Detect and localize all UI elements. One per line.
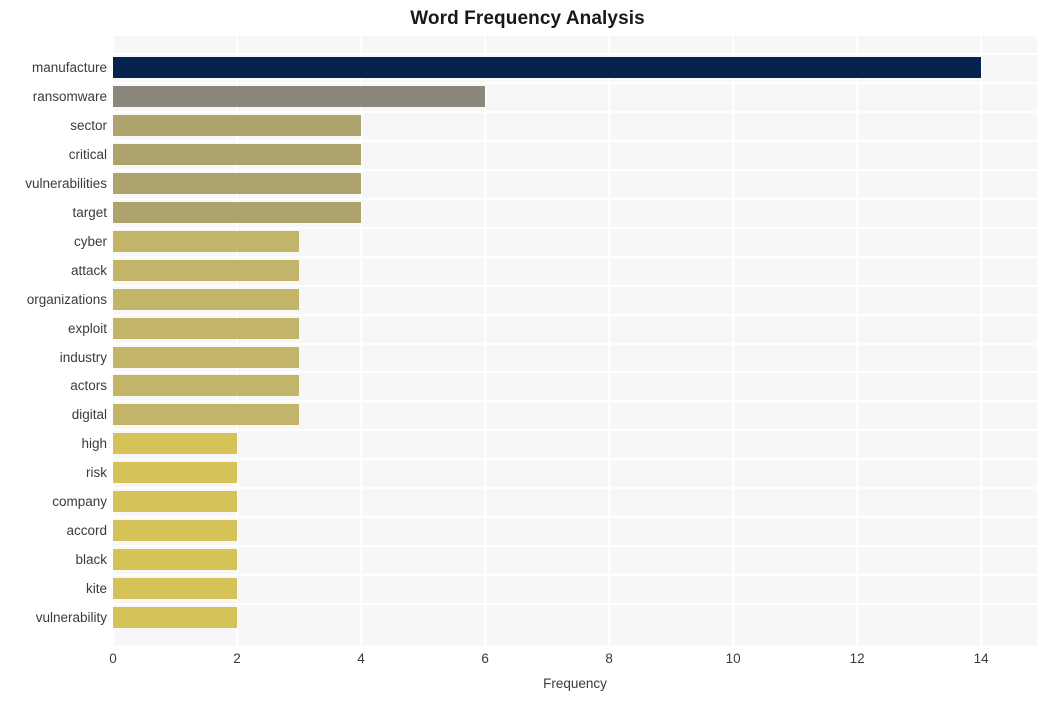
bar-attack[interactable] — [113, 260, 299, 281]
x-axis-title: Frequency — [543, 676, 607, 691]
x-tick-label-0: 0 — [109, 651, 117, 666]
bar-sector[interactable] — [113, 115, 361, 136]
y-tick-label-accord: accord — [66, 523, 107, 538]
bar-company[interactable] — [113, 491, 237, 512]
chart-title: Word Frequency Analysis — [410, 8, 645, 29]
x-tick-label-10: 10 — [725, 651, 741, 666]
bar-kite[interactable] — [113, 578, 237, 599]
word-frequency-chart: Word Frequency Analysis manufacture ranso… — [0, 0, 1055, 701]
x-tick-label-2: 2 — [233, 651, 241, 666]
y-tick-label-actors: actors — [70, 378, 107, 393]
y-tick-label-risk: risk — [86, 465, 107, 480]
y-tick-label-exploit: exploit — [67, 321, 107, 336]
bar-vulnerability[interactable] — [113, 607, 237, 628]
y-tick-label-attack: attack — [70, 263, 107, 278]
x-tick-label-4: 4 — [357, 651, 365, 666]
bar-industry[interactable] — [113, 347, 299, 368]
bars-container — [113, 36, 1037, 646]
bar-actors[interactable] — [113, 375, 299, 396]
y-tick-label-company: company — [52, 494, 107, 509]
bar-organizations[interactable] — [113, 289, 299, 310]
y-tick-label-digital: digital — [71, 407, 107, 422]
bar-digital[interactable] — [113, 404, 299, 425]
x-tick-label-6: 6 — [481, 651, 489, 666]
y-tick-label-high: high — [81, 436, 107, 451]
y-tick-label-target: target — [72, 205, 107, 220]
x-tick-label-8: 8 — [605, 651, 613, 666]
x-tick-label-12: 12 — [849, 651, 865, 666]
y-tick-label-organizations: organizations — [26, 292, 107, 307]
bar-vulnerabilities[interactable] — [113, 173, 361, 194]
plot-area — [113, 36, 1037, 646]
bar-critical[interactable] — [113, 144, 361, 165]
y-tick-label-vulnerabilities: vulnerabilities — [25, 176, 107, 191]
y-tick-label-black: black — [75, 552, 107, 567]
bar-exploit[interactable] — [113, 318, 299, 339]
bar-high[interactable] — [113, 433, 237, 454]
y-tick-label-cyber: cyber — [73, 234, 107, 249]
x-axis-tick-labels: 0 2 4 6 8 10 12 14 — [109, 650, 1037, 672]
bar-manufacture[interactable] — [113, 57, 981, 78]
y-tick-label-critical: critical — [68, 147, 107, 162]
y-tick-label-sector: sector — [70, 118, 107, 133]
y-tick-label-kite: kite — [85, 581, 107, 596]
y-tick-label-industry: industry — [59, 350, 107, 365]
bar-cyber[interactable] — [113, 231, 299, 252]
x-tick-label-14: 14 — [973, 651, 989, 666]
bar-black[interactable] — [113, 549, 237, 570]
y-tick-label-vulnerability: vulnerability — [35, 610, 107, 625]
bar-target[interactable] — [113, 202, 361, 223]
bar-risk[interactable] — [113, 462, 237, 483]
y-tick-label-ransomware: ransomware — [32, 89, 107, 104]
y-tick-label-manufacture: manufacture — [31, 60, 107, 75]
bar-ransomware[interactable] — [113, 86, 485, 107]
y-axis-tick-labels: manufacture ransomware sector critical vulne… — [0, 36, 107, 646]
bar-accord[interactable] — [113, 520, 237, 541]
